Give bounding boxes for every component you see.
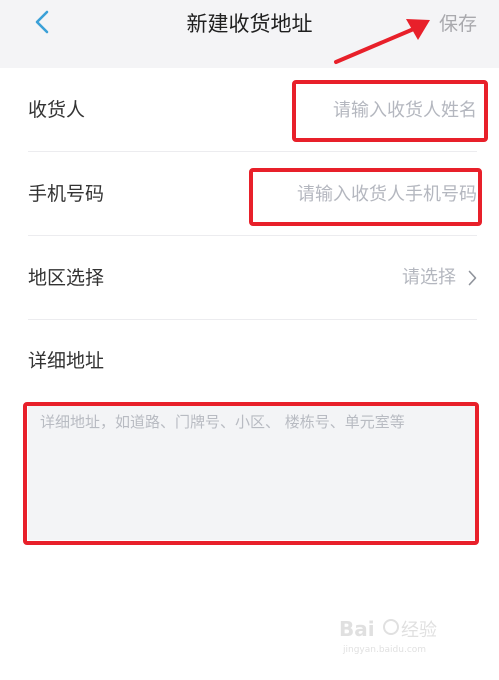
chevron-right-icon <box>468 270 477 286</box>
detail-address-textarea[interactable] <box>28 404 476 540</box>
address-form-page: 新建收货地址 保存 收货人 手机号码 地区选择 请选择 详细地址 <box>0 0 499 680</box>
recipient-name-input[interactable] <box>297 88 477 132</box>
detail-address-box <box>28 404 476 540</box>
recipient-row: 收货人 <box>28 68 477 152</box>
nav-header: 新建收货地址 保存 <box>0 0 499 68</box>
chevron-left-icon <box>35 10 49 34</box>
recipient-label: 收货人 <box>28 99 86 121</box>
region-row[interactable]: 地区选择 请选择 <box>28 236 477 320</box>
svg-text:Bai: Bai <box>339 617 375 641</box>
region-selector[interactable]: 请选择 <box>402 236 477 320</box>
save-button[interactable]: 保存 <box>439 6 477 42</box>
phone-number-input[interactable] <box>247 172 477 216</box>
page-title: 新建收货地址 <box>186 12 313 36</box>
svg-text:jingyan.baidu.com: jingyan.baidu.com <box>342 645 426 655</box>
row-divider <box>28 319 477 320</box>
region-label: 地区选择 <box>28 267 105 289</box>
detail-address-label: 详细地址 <box>28 350 105 372</box>
baidu-jingyan-watermark-icon: Bai 经验 jingyan.baidu.com <box>339 617 437 655</box>
back-button[interactable] <box>26 6 58 38</box>
phone-label: 手机号码 <box>28 183 105 205</box>
phone-row: 手机号码 <box>28 152 477 236</box>
region-value: 请选择 <box>402 267 456 288</box>
svg-text:经验: 经验 <box>401 620 437 641</box>
